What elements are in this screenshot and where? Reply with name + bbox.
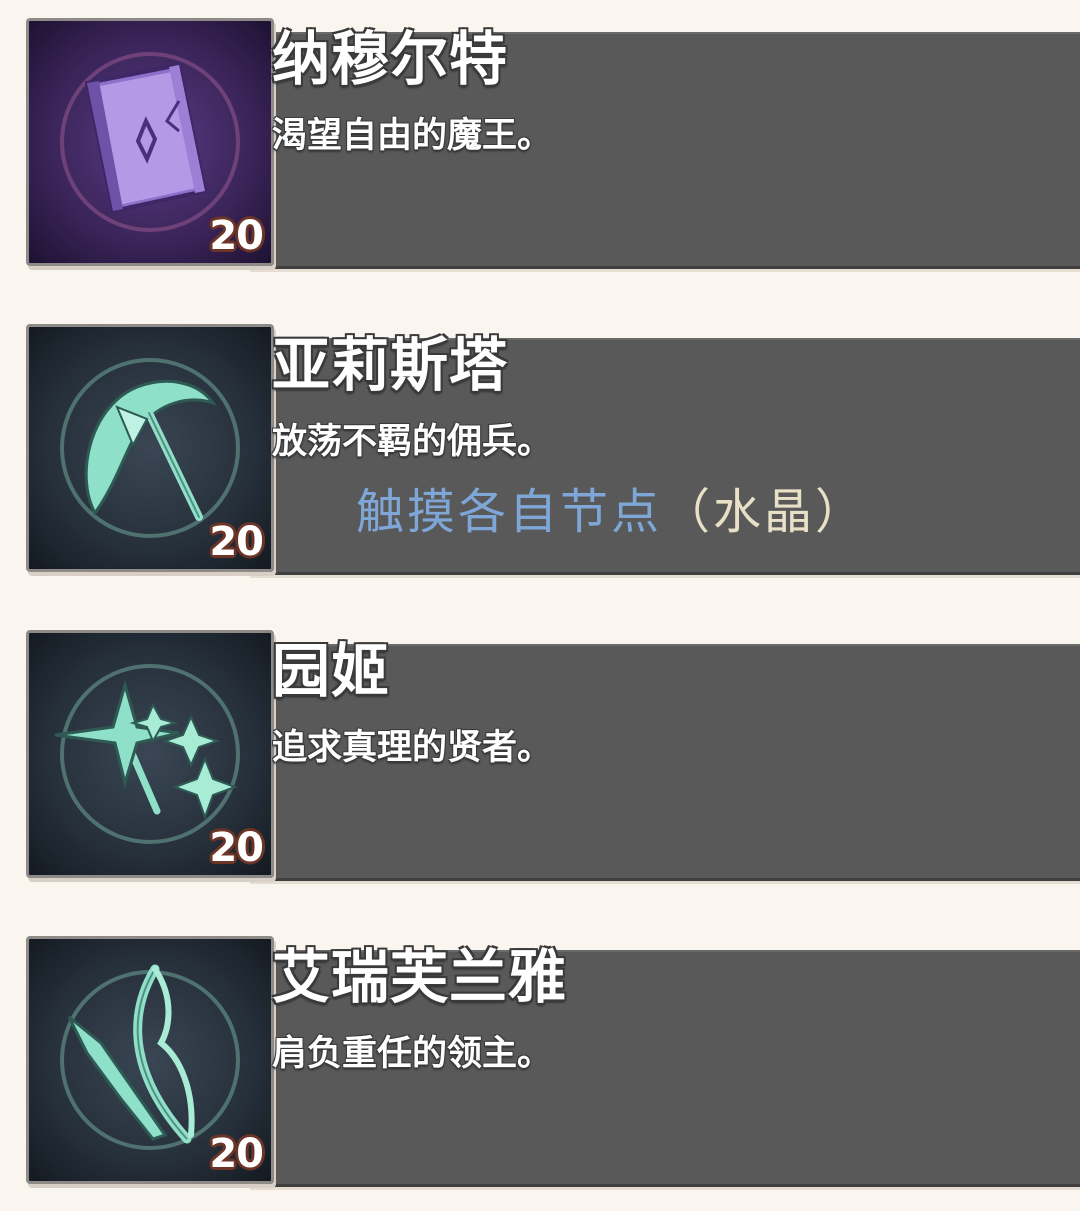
character-card-erifranya[interactable]: 20 艾瑞芙兰雅 肩负重任的领主。 xyxy=(0,936,1080,1196)
character-name: 园姬 xyxy=(272,637,391,705)
character-card-yuanji[interactable]: 20 园姬 追求真理的贤者。 xyxy=(0,630,1080,890)
character-card-alista[interactable]: 20 亚莉斯塔 放荡不羁的佣兵。 xyxy=(0,324,1080,584)
character-icon-frame[interactable]: 20 xyxy=(26,18,274,266)
character-description: 渴望自由的魔王。 xyxy=(272,116,553,156)
character-icon-frame[interactable]: 20 xyxy=(26,324,274,572)
hint-crystal-text: （水晶） xyxy=(662,484,867,540)
character-icon-frame[interactable]: 20 xyxy=(26,630,274,878)
level-badge: 20 xyxy=(209,825,264,871)
character-name: 艾瑞芙兰雅 xyxy=(272,943,568,1011)
character-description: 追求真理的贤者。 xyxy=(272,728,553,768)
level-badge: 20 xyxy=(209,213,264,259)
level-badge: 20 xyxy=(209,519,264,565)
character-name: 亚莉斯塔 xyxy=(272,331,509,399)
character-description: 肩负重任的领主。 xyxy=(272,1034,553,1074)
character-description: 放荡不羁的佣兵。 xyxy=(272,422,553,462)
character-card-namuerte[interactable]: 20 纳穆尔特 渴望自由的魔王。 xyxy=(0,18,1080,278)
level-badge: 20 xyxy=(209,1131,264,1177)
touch-node-hint: 触摸各自节点（水晶） xyxy=(356,480,866,544)
hint-main-text: 触摸各自节点 xyxy=(356,484,663,540)
character-icon-frame[interactable]: 20 xyxy=(26,936,274,1184)
character-name: 纳穆尔特 xyxy=(272,25,509,93)
